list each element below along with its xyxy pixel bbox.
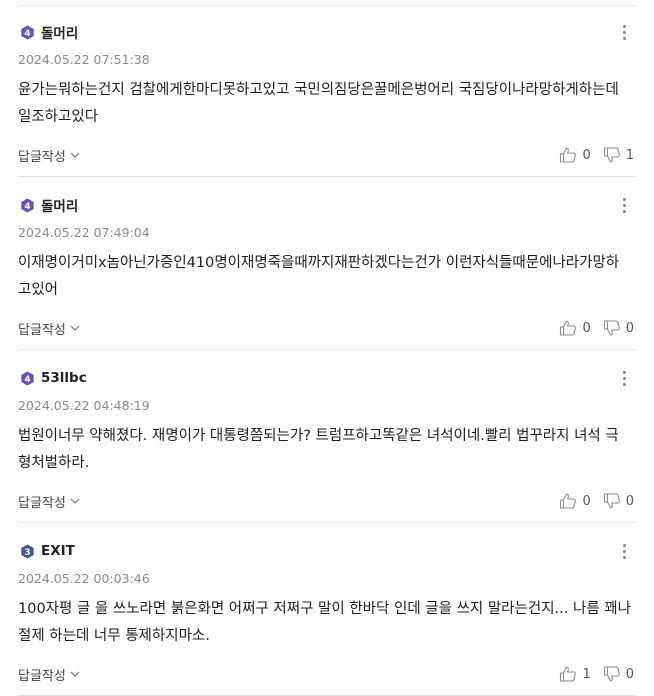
reply-label: 답글작성 (18, 149, 66, 165)
reply-button[interactable]: 답글작성 (18, 146, 80, 165)
user-level-number: 4 (24, 374, 30, 384)
thumbs-up-icon (560, 493, 577, 509)
vote-group: 1 0 (559, 666, 634, 682)
like-button[interactable]: 0 (559, 320, 591, 336)
reply-label: 답글작성 (18, 668, 66, 684)
comment-item: 3 EXIT 2024.05.22 00:03:46 100자평 글 을 쓰노라… (0, 524, 654, 696)
thumbs-up-icon (560, 147, 577, 163)
comment-timestamp: 2024.05.22 07:51:38 (18, 52, 150, 67)
user-level-number: 4 (24, 28, 30, 38)
more-options-icon[interactable] (616, 194, 632, 216)
reply-button[interactable]: 답글작성 (18, 319, 80, 338)
chevron-down-icon (70, 671, 80, 677)
chevron-down-icon (70, 325, 80, 331)
thumbs-down-icon (603, 147, 620, 163)
user-level-badge-icon: 4 (21, 24, 34, 40)
dislike-button[interactable]: 0 (603, 320, 634, 336)
dislike-button[interactable]: 0 (603, 493, 634, 509)
comment-text: 100자평 글 을 쓰노라면 붉은화면 어쩌구 저쩌구 말이 한바닥 인데 글을… (18, 601, 631, 644)
more-options-icon[interactable] (616, 21, 632, 43)
like-count: 0 (582, 493, 591, 509)
comment-footer: 답글작성 0 1 (18, 144, 634, 166)
thumbs-down-icon (603, 493, 620, 509)
divider (18, 176, 636, 177)
more-options-icon[interactable] (616, 540, 632, 562)
thumbs-down-icon (603, 320, 620, 336)
like-count: 0 (582, 147, 591, 163)
comment-item: 4 돌머리 2024.05.22 07:51:38 윤가는뭐하는건지 검찰에게한… (0, 5, 654, 177)
like-button[interactable]: 1 (559, 666, 591, 682)
like-button[interactable]: 0 (559, 147, 591, 163)
chevron-down-icon (70, 152, 80, 158)
comment-header: 3 EXIT (20, 540, 75, 562)
chevron-down-icon (70, 498, 80, 504)
thumbs-down-icon (603, 666, 620, 682)
thumbs-up-icon (560, 320, 577, 336)
vote-group: 0 1 (559, 147, 634, 163)
divider (18, 349, 636, 350)
dislike-count: 0 (625, 320, 634, 336)
vote-group: 0 0 (559, 493, 634, 509)
comment-timestamp: 2024.05.22 04:48:19 (18, 398, 150, 413)
thumbs-up-icon (560, 666, 577, 682)
like-button[interactable]: 0 (559, 493, 591, 509)
comment-item: 4 돌머리 2024.05.22 07:49:04 이재명이거미x놈아닌가증인4… (0, 178, 654, 350)
dislike-button[interactable]: 1 (603, 147, 634, 163)
comment-header: 4 53llbc (20, 367, 87, 389)
reply-label: 답글작성 (18, 495, 66, 511)
more-options-icon[interactable] (616, 367, 632, 389)
user-level-badge-icon: 4 (21, 197, 34, 213)
dislike-count: 1 (625, 147, 634, 163)
author-name[interactable]: 돌머리 (41, 22, 78, 42)
divider (18, 522, 636, 523)
dislike-count: 0 (625, 666, 634, 682)
author-name[interactable]: EXIT (41, 543, 75, 559)
reply-button[interactable]: 답글작성 (18, 492, 80, 511)
comment-text: 이재명이거미x놈아닌가증인410명이재명죽을때까지재판하겠다는건가 이런자식들때… (18, 255, 620, 298)
comment-footer: 답글작성 0 0 (18, 317, 634, 339)
dislike-count: 0 (625, 493, 634, 509)
comment-footer: 답글작성 0 0 (18, 490, 634, 512)
dislike-button[interactable]: 0 (603, 666, 634, 682)
comment-item: 4 53llbc 2024.05.22 04:48:19 법원이너무 약해졌다.… (0, 351, 654, 523)
user-level-number: 3 (24, 547, 30, 557)
author-name[interactable]: 53llbc (41, 370, 87, 386)
vote-group: 0 0 (559, 320, 634, 336)
author-name[interactable]: 돌머리 (41, 195, 78, 215)
comment-text: 윤가는뭐하는건지 검찰에게한마디못하고있고 국민의짐당은꿀메은벙어리 국짐당이나… (18, 82, 619, 125)
comment-footer: 답글작성 1 0 (18, 663, 634, 685)
user-level-number: 4 (24, 201, 30, 211)
like-count: 0 (582, 320, 591, 336)
reply-button[interactable]: 답글작성 (18, 665, 80, 684)
comment-header: 4 돌머리 (20, 194, 78, 216)
user-level-badge-icon: 4 (21, 370, 34, 386)
comment-list: 4 돌머리 2024.05.22 07:51:38 윤가는뭐하는건지 검찰에게한… (0, 0, 654, 696)
comment-text: 법원이너무 약해졌다. 재명이가 대통령쯤되는가? 트럼프하고똑같은 녀석이네.… (18, 428, 619, 471)
like-count: 1 (582, 666, 591, 682)
reply-label: 답글작성 (18, 322, 66, 338)
comment-timestamp: 2024.05.22 07:49:04 (18, 225, 150, 240)
comment-timestamp: 2024.05.22 00:03:46 (18, 571, 150, 586)
user-level-badge-icon: 3 (21, 543, 34, 559)
comment-header: 4 돌머리 (20, 21, 78, 43)
